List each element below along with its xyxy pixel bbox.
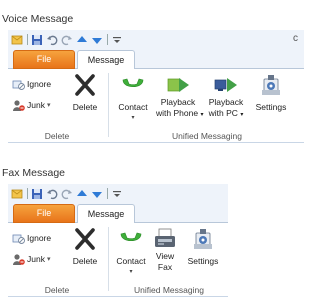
group-separator — [108, 73, 109, 137]
unified-messaging-group-label: Unified Messaging — [134, 285, 204, 295]
fax-message-caption: Fax Message — [2, 167, 66, 179]
app-icon[interactable] — [11, 188, 23, 200]
delete-group: Ignore Junk ▾ Delete Delete — [8, 225, 106, 295]
delete-icon — [72, 227, 98, 251]
voice-message-caption: Voice Message — [2, 13, 74, 25]
contact-dropdown-icon: ▾ — [129, 269, 133, 275]
settings-label: Settings — [187, 256, 219, 266]
tab-file[interactable]: File — [13, 50, 75, 69]
view-fax-button[interactable]: View Fax — [150, 227, 180, 272]
junk-label: Junk — [27, 254, 45, 264]
tab-message[interactable]: Message — [77, 204, 135, 224]
playback-pc-label-row: with PC ▾ — [206, 107, 246, 121]
junk-dropdown-icon: ▾ — [46, 102, 51, 109]
view-fax-label-1: View — [155, 251, 175, 261]
voice-message-section: Voice Message c File Message Ignore Junk… — [0, 0, 304, 150]
delete-button[interactable]: Delete — [68, 227, 102, 269]
junk-icon — [12, 99, 25, 112]
redo-icon[interactable] — [61, 188, 73, 200]
qat-separator — [107, 188, 108, 199]
ignore-label: Ignore — [27, 233, 52, 243]
junk-dropdown-icon: ▾ — [46, 256, 51, 263]
ignore-button[interactable]: Ignore — [12, 230, 51, 246]
ignore-button[interactable]: Ignore — [12, 76, 51, 92]
playback-pc-dropdown-icon: ▾ — [240, 111, 244, 118]
redo-icon[interactable] — [61, 34, 73, 46]
fax-message-window: File Message Ignore Junk ▾ Delete Delete… — [8, 184, 228, 304]
group-separator — [108, 227, 109, 291]
delete-group-label: Delete — [44, 285, 70, 295]
ignore-label: Ignore — [27, 79, 52, 89]
delete-label: Delete — [72, 102, 98, 112]
ribbon-tab-strip: File Message — [8, 203, 228, 224]
qat-separator — [27, 34, 28, 45]
qat-separator — [107, 34, 108, 45]
junk-button[interactable]: Junk ▾ — [12, 97, 50, 113]
ignore-icon — [12, 78, 25, 91]
fax-machine-icon — [152, 227, 178, 251]
settings-icon — [190, 227, 216, 251]
phone-handset-icon — [120, 73, 146, 97]
delete-group: Ignore Junk ▾ Delete Delete — [8, 71, 106, 141]
customize-qat-icon[interactable] — [111, 34, 123, 46]
next-item-icon[interactable] — [91, 188, 103, 200]
quick-access-toolbar — [8, 184, 228, 203]
junk-icon — [12, 253, 25, 266]
contact-button[interactable]: Contact ▾ — [116, 73, 150, 122]
playback-pc-label-2: with PC — [208, 107, 238, 118]
playback-phone-label-row: with Phone ▾ — [156, 107, 204, 121]
unified-messaging-group: Contact ▾ Playback with Phone ▾ Playback… — [110, 71, 304, 141]
playback-with-pc-button[interactable]: Playback with PC ▾ — [206, 73, 246, 120]
tab-message[interactable]: Message — [77, 50, 135, 70]
unified-messaging-group: Contact ▾ View Fax Settings Unified Mess… — [110, 225, 228, 295]
contact-dropdown-icon: ▾ — [131, 115, 135, 121]
ignore-icon — [12, 232, 25, 245]
junk-label: Junk — [27, 100, 45, 110]
playback-pc-label-1: Playback — [208, 97, 244, 107]
delete-group-label: Delete — [44, 131, 70, 141]
delete-button[interactable]: Delete — [68, 73, 102, 115]
voice-message-window: c File Message Ignore Junk ▾ Delete Dele… — [8, 30, 304, 150]
qat-overflow-text: c — [293, 33, 298, 44]
delete-icon — [72, 73, 98, 97]
contact-label: Contact — [116, 256, 146, 266]
undo-icon[interactable] — [46, 34, 58, 46]
fax-message-section: Fax Message File Message Ignore Junk ▾ D… — [0, 150, 304, 306]
playback-phone-label-2: with Phone — [156, 107, 199, 118]
next-item-icon[interactable] — [91, 34, 103, 46]
playback-phone-label-1: Playback — [160, 97, 196, 107]
save-icon[interactable] — [31, 34, 43, 46]
previous-item-icon[interactable] — [76, 188, 88, 200]
view-fax-label-2: Fax — [157, 261, 173, 272]
ribbon-panel: Ignore Junk ▾ Delete Delete — [8, 223, 228, 297]
ribbon-panel: Ignore Junk ▾ Delete Delete — [8, 69, 304, 143]
tab-file[interactable]: File — [13, 204, 75, 223]
settings-button[interactable]: Settings — [252, 73, 290, 115]
playback-phone-dropdown-icon: ▾ — [200, 111, 204, 118]
settings-button[interactable]: Settings — [184, 227, 222, 269]
phone-handset-icon — [118, 227, 144, 251]
quick-access-toolbar: c — [8, 30, 304, 49]
qat-separator — [27, 188, 28, 199]
delete-label: Delete — [72, 256, 98, 266]
previous-item-icon[interactable] — [76, 34, 88, 46]
playback-with-phone-button[interactable]: Playback with Phone ▾ — [156, 73, 204, 121]
junk-button[interactable]: Junk ▾ — [12, 251, 50, 267]
contact-button[interactable]: Contact ▾ — [114, 227, 148, 276]
play-pc-icon — [213, 73, 239, 97]
undo-icon[interactable] — [46, 188, 58, 200]
settings-icon — [258, 73, 284, 97]
save-icon[interactable] — [31, 188, 43, 200]
contact-label: Contact — [118, 102, 148, 112]
app-icon[interactable] — [11, 34, 23, 46]
play-phone-icon — [165, 73, 191, 97]
ribbon-tab-strip: File Message — [8, 49, 304, 70]
customize-qat-icon[interactable] — [111, 188, 123, 200]
settings-label: Settings — [255, 102, 287, 112]
unified-messaging-group-label: Unified Messaging — [172, 131, 242, 141]
